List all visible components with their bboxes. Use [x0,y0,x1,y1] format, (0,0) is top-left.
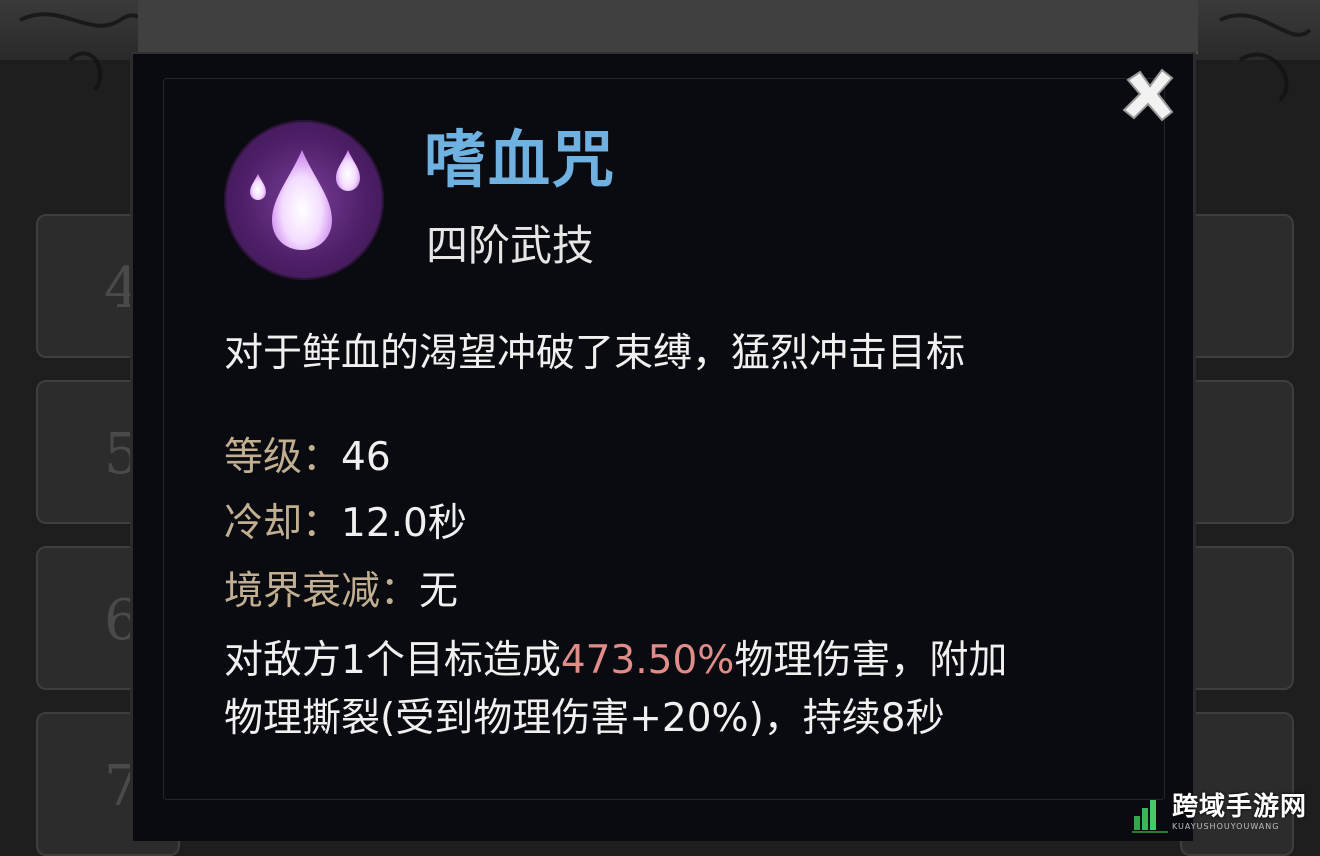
skill-name: 嗜血咒 [424,123,617,196]
stat-label: 等级： [224,435,342,480]
damage-percent: 473.50% [560,638,735,683]
effect-line-2: 物理撕裂(受到物理伤害+20%)，持续8秒 [224,696,945,741]
watermark-subtext: KUAYUSHOUYOUWANG [1172,822,1280,831]
skill-icon [224,120,384,280]
skill-effect: 对敌方1个目标造成473.50%物理伤害，附加 物理撕裂(受到物理伤害+20%)… [224,632,1007,748]
effect-line-1: 对敌方1个目标造成473.50%物理伤害，附加 [224,632,1007,690]
skill-tier: 四阶武技 [426,221,595,270]
background-slot [1180,214,1294,358]
close-button[interactable] [1118,66,1178,126]
effect-text: 对敌方1个目标造成 [224,638,561,683]
stat-realm-decay: 境界衰减：无 [224,562,458,622]
blood-drops-icon [250,150,360,250]
stat-label: 境界衰减： [224,569,420,614]
stat-value: 46 [341,435,391,480]
background-panel [138,0,1198,54]
stat-label: 冷却： [224,501,342,546]
stat-cooldown: 冷却：12.0秒 [224,494,467,554]
background-slot [1180,380,1294,524]
skill-description: 对于鲜血的渴望冲破了束缚，猛烈冲击目标 [224,331,966,376]
watermark-text: 跨域手游网 [1172,792,1308,822]
effect-text: 物理伤害，附加 [734,638,1008,683]
watermark-logo-icon [1132,800,1168,833]
stat-value: 12.0秒 [341,501,467,546]
background-slot [1180,546,1294,690]
watermark: 跨域手游网 KUAYUSHOUYOUWANG [1128,790,1313,836]
stat-level: 等级：46 [224,428,391,488]
close-icon [1122,68,1174,122]
stat-value: 无 [419,569,459,614]
